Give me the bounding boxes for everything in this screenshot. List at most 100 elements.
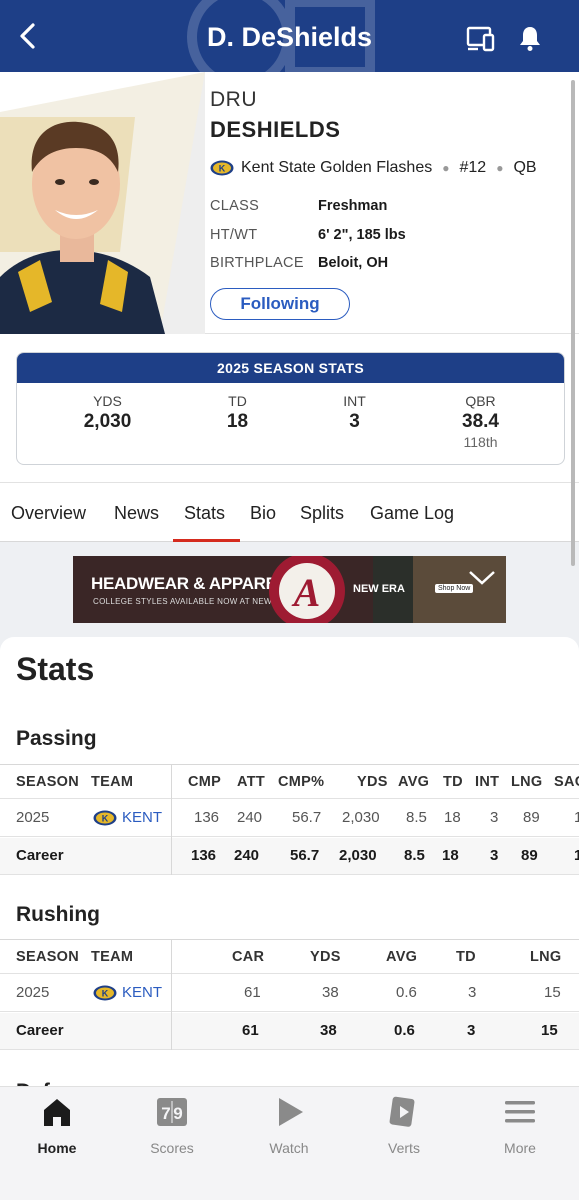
- separator-dot: ●: [442, 161, 450, 175]
- table-row[interactable]: 2025 K KENT 136 240 56.7 2,030 8.5 18 3 …: [0, 800, 579, 837]
- col-avg: AVG: [386, 949, 418, 965]
- cell-season: 2025: [16, 809, 50, 826]
- cell-avg: 0.6: [394, 1022, 415, 1039]
- season-stats-title: 2025 SEASON STATS: [17, 353, 564, 383]
- cell-td: 3: [467, 1022, 476, 1039]
- bio-value: Freshman: [318, 198, 388, 214]
- cell-sack: 1: [574, 809, 579, 826]
- cell-yds: 38: [322, 984, 339, 1001]
- svg-text:A: A: [291, 570, 321, 615]
- scrollbar[interactable]: [571, 80, 575, 566]
- cell-season: Career: [16, 847, 64, 864]
- bell-icon[interactable]: [516, 24, 544, 52]
- svg-text:K: K: [219, 164, 226, 174]
- col-car: CAR: [232, 949, 265, 965]
- tab-bio[interactable]: Bio: [250, 503, 276, 524]
- cell-td: 3: [468, 984, 477, 1001]
- team-name[interactable]: Kent State Golden Flashes: [241, 159, 432, 177]
- ad-banner[interactable]: HEADWEAR & APPAREL COLLEGE STYLES AVAILA…: [73, 556, 506, 623]
- verts-icon: [389, 1096, 415, 1127]
- cell-sack: 1: [574, 847, 579, 864]
- alabama-logo-icon: A: [269, 556, 345, 623]
- tab-splits[interactable]: Splits: [300, 503, 344, 524]
- nav-watch[interactable]: Watch: [244, 1095, 334, 1156]
- col-avg: AVG: [398, 774, 430, 790]
- play-icon: [279, 1098, 303, 1126]
- top-bar: D. DeShields: [0, 0, 579, 72]
- cell-team[interactable]: K KENT: [93, 800, 162, 835]
- cell-avg: 8.5: [404, 847, 425, 864]
- kent-state-logo-icon: K: [93, 810, 117, 825]
- bio-label: BIRTHPLACE: [210, 255, 304, 271]
- menu-icon: [505, 1101, 535, 1123]
- cell-lng: 15: [541, 1022, 558, 1039]
- tab-stats[interactable]: Stats: [184, 503, 225, 524]
- col-cmp: CMP: [188, 774, 222, 790]
- col-int: INT: [475, 774, 500, 790]
- home-icon: [44, 1099, 70, 1126]
- stat-label: QBR: [465, 393, 496, 409]
- col-cmp-pct: CMP%: [278, 774, 325, 790]
- cell-td: 18: [442, 847, 459, 864]
- stat-value: 2,030: [83, 411, 132, 432]
- nav-verts[interactable]: Verts: [359, 1095, 449, 1156]
- tab-news[interactable]: News: [114, 503, 159, 524]
- nav-home[interactable]: Home: [12, 1095, 102, 1156]
- kent-state-logo-icon: K: [93, 985, 117, 1000]
- nav-label: Verts: [388, 1140, 420, 1156]
- jersey-number: #12: [459, 159, 487, 176]
- col-yds: YDS: [310, 949, 341, 965]
- cell-avg: 8.5: [406, 809, 427, 826]
- season-stats-card: 2025 SEASON STATS YDS 2,030 TD 18 INT 3 …: [16, 352, 565, 465]
- nav-label: More: [504, 1140, 536, 1156]
- table-header-row: SEASON TEAM CAR YDS AVG TD LNG: [0, 939, 579, 974]
- cell-int: 3: [490, 847, 499, 864]
- bio-row-class: CLASS Freshman: [210, 198, 387, 214]
- kent-state-logo-icon: K: [210, 160, 234, 176]
- table-row-career: Career 136 240 56.7 2,030 8.5 18 3 89 1: [0, 838, 579, 875]
- cell-yds: 38: [320, 1022, 337, 1039]
- column-divider: [171, 939, 172, 1050]
- cell-lng: 89: [523, 809, 540, 826]
- col-lng: LNG: [530, 949, 562, 965]
- chevron-down-icon[interactable]: [467, 568, 497, 588]
- bio-value: 6' 2", 185 lbs: [318, 227, 406, 243]
- col-td: TD: [456, 949, 476, 965]
- tab-overview[interactable]: Overview: [11, 503, 86, 524]
- nav-label: Home: [37, 1140, 77, 1156]
- bio-label: HT/WT: [210, 227, 258, 243]
- cast-icon[interactable]: [466, 26, 496, 52]
- ad-subline: COLLEGE STYLES AVAILABLE NOW AT NEWERA: [93, 597, 290, 606]
- cell-lng: 89: [521, 847, 538, 864]
- ad-headline: HEADWEAR & APPAREL: [91, 574, 287, 593]
- bio-value: Beloit, OH: [318, 255, 389, 271]
- season-stat-yds: YDS 2,030: [39, 393, 176, 433]
- cell-season: Career: [16, 1022, 64, 1039]
- passing-title: Passing: [16, 727, 97, 750]
- stat-label: INT: [343, 393, 366, 409]
- svg-text:K: K: [102, 988, 109, 998]
- cell-td: 18: [444, 809, 461, 826]
- table-header-row: SEASON TEAM CMP ATT CMP% YDS AVG TD INT …: [0, 764, 579, 799]
- tab-game-log[interactable]: Game Log: [370, 503, 454, 524]
- cell-avg: 0.6: [396, 984, 417, 1001]
- stats-title: Stats: [16, 651, 95, 687]
- cell-int: 3: [490, 809, 499, 826]
- stats-section: Stats Passing SEASON TEAM CMP ATT CMP% Y…: [0, 637, 579, 1107]
- stat-rank: 118th: [463, 434, 498, 450]
- table-row[interactable]: 2025 K KENT 61 38 0.6 3 15: [0, 975, 579, 1012]
- team-line: K Kent State Golden Flashes ● #12 ● QB: [210, 159, 537, 177]
- cell-team[interactable]: K KENT: [93, 975, 162, 1010]
- nav-scores[interactable]: 7 9 Scores: [127, 1095, 217, 1156]
- cell-cmp: 136: [191, 847, 217, 864]
- cell-att: 240: [237, 809, 263, 826]
- following-button[interactable]: Following: [210, 288, 350, 320]
- nav-label: Watch: [269, 1140, 309, 1156]
- col-team: TEAM: [91, 774, 134, 790]
- nav-more[interactable]: More: [475, 1095, 565, 1156]
- col-sack: SACK: [554, 774, 579, 790]
- player-last-name: DESHIELDS: [210, 117, 341, 142]
- cell-car: 61: [244, 984, 261, 1001]
- col-yds: YDS: [357, 774, 388, 790]
- bio-row-birthplace: BIRTHPLACE Beloit, OH: [210, 255, 388, 271]
